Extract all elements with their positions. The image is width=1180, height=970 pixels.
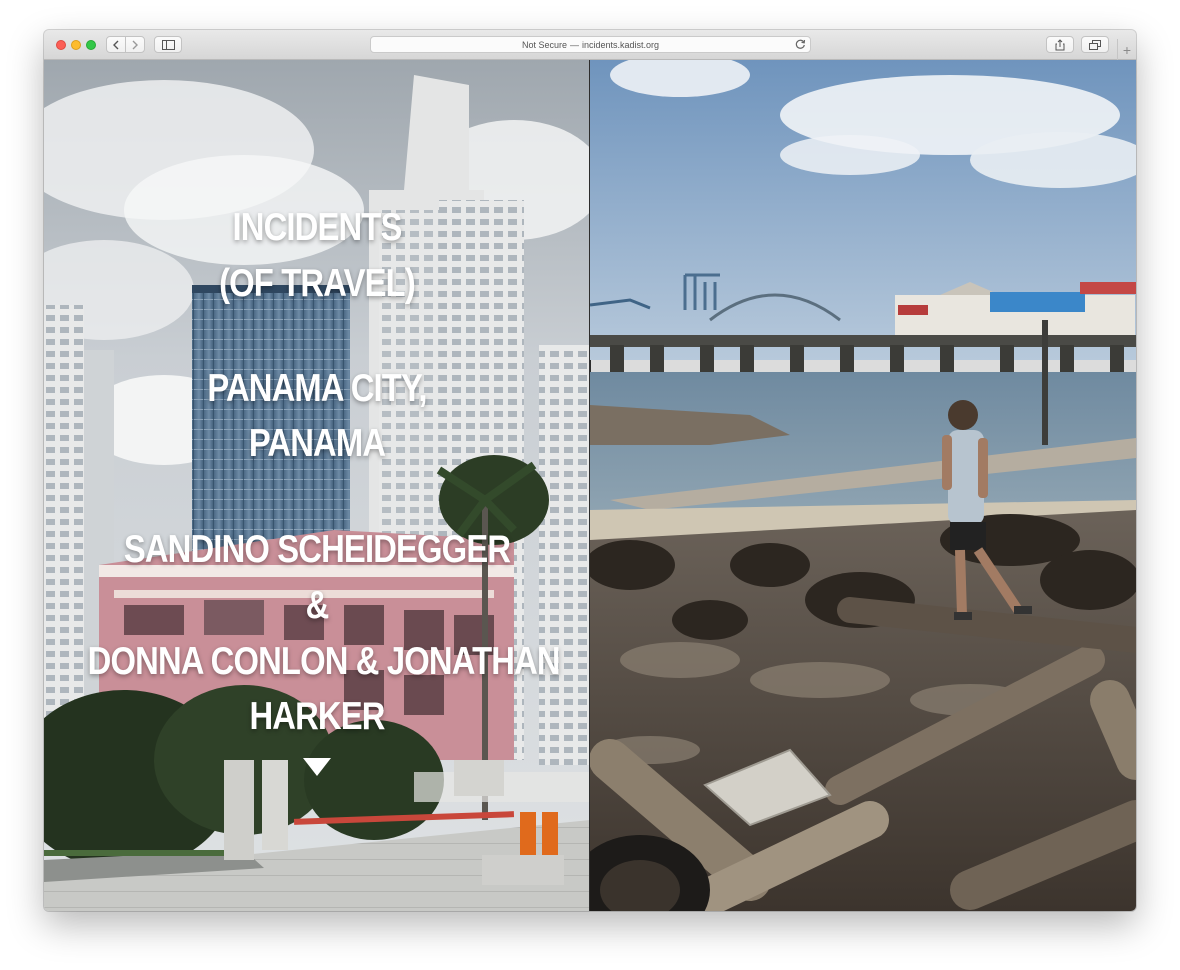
scroll-down-button[interactable] <box>302 757 332 777</box>
artist-line1: SANDINO SCHEIDEGGER <box>123 528 511 571</box>
reload-icon[interactable] <box>795 39 806 50</box>
minimize-window-button[interactable] <box>71 40 81 50</box>
chevron-left-icon <box>113 40 119 49</box>
forward-button[interactable] <box>125 36 145 53</box>
tabs-overview-button[interactable] <box>1081 36 1109 53</box>
tabs-overview-icon <box>1089 39 1101 50</box>
sidebar-icon <box>161 39 175 50</box>
security-label: Not Secure <box>521 39 567 50</box>
right-photo-panel <box>590 60 1136 911</box>
share-button[interactable] <box>1046 36 1074 53</box>
back-button[interactable] <box>106 36 126 53</box>
artist-ampersand: & <box>305 584 330 627</box>
triangle-down-icon <box>303 758 331 776</box>
artist-line2: DONNA CONLON & JONATHAN <box>87 640 561 683</box>
address-separator: — <box>569 39 579 50</box>
browser-window: Not Secure — incidents.kadist.org + INCI… <box>44 30 1136 911</box>
url-text: incidents.kadist.org <box>581 39 660 50</box>
share-icon <box>1055 38 1065 50</box>
chevron-right-icon <box>132 40 138 49</box>
sidebar-button[interactable] <box>154 36 182 53</box>
new-tab-button[interactable]: + <box>1117 39 1136 60</box>
close-window-button[interactable] <box>56 40 66 50</box>
left-photo-panel: INCIDENTS (OF TRAVEL) PANAMA CITY, PANAM… <box>44 60 590 911</box>
location-line2: PANAMA <box>248 422 386 465</box>
shoreline-photo <box>590 60 1136 911</box>
browser-toolbar: Not Secure — incidents.kadist.org + <box>44 30 1136 60</box>
address-bar[interactable]: Not Secure — incidents.kadist.org <box>370 36 811 53</box>
page-viewport: INCIDENTS (OF TRAVEL) PANAMA CITY, PANAM… <box>44 60 1136 911</box>
zoom-window-button[interactable] <box>86 40 96 50</box>
exhibition-title-line1: INCIDENTS <box>232 206 403 249</box>
exhibition-title-line2: (OF TRAVEL) <box>219 262 416 305</box>
plus-icon: + <box>1122 41 1132 58</box>
location-line1: PANAMA CITY, <box>207 367 427 410</box>
artist-line3: HARKER <box>249 695 385 738</box>
hero-title-overlay: INCIDENTS (OF TRAVEL) PANAMA CITY, PANAM… <box>44 60 590 911</box>
